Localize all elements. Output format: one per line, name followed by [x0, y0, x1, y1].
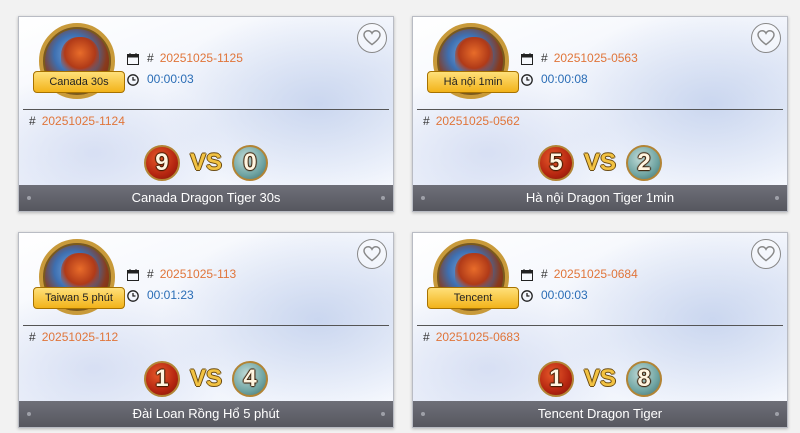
calendar-icon [127, 52, 139, 65]
dragon-score-ball: 9 [143, 145, 180, 181]
countdown-timer: 00:00:08 [541, 72, 588, 86]
game-title: Canada Dragon Tiger 30s [131, 190, 281, 205]
game-badge: Canada 30s [33, 71, 125, 93]
game-card-hanoi[interactable]: Hà nội 1min #20251025-0563 00:00:08 #202… [412, 16, 788, 212]
previous-issue-number: 20251025-112 [41, 330, 119, 344]
current-issue-row: #20251025-0563 [521, 51, 638, 65]
favorite-button[interactable] [357, 239, 387, 269]
hash-label: # [423, 330, 430, 344]
favorite-button[interactable] [751, 23, 781, 53]
dragon-score-ball: 5 [537, 145, 574, 181]
heart-outline-icon [757, 30, 775, 46]
footer-dot [421, 196, 425, 200]
result-score: 1 VS 8 [413, 359, 787, 399]
current-issue-row: #20251025-0684 [521, 267, 638, 281]
countdown-row: 00:00:03 [521, 288, 588, 302]
tiger-score-ball: 8 [626, 361, 662, 397]
countdown-timer: 00:00:03 [147, 72, 194, 86]
vs-label: VS [189, 365, 222, 392]
calendar-icon [127, 268, 139, 281]
hash-label: # [29, 114, 36, 128]
game-title: Đài Loan Rồng Hổ 5 phút [132, 406, 280, 421]
countdown-timer: 00:00:03 [541, 288, 588, 302]
countdown-row: 00:00:08 [521, 72, 588, 86]
clock-icon [127, 289, 139, 302]
previous-issue-number: 20251025-0562 [435, 114, 520, 128]
favorite-button[interactable] [751, 239, 781, 269]
game-card-tencent[interactable]: Tencent #20251025-0684 00:00:03 #2025102… [412, 232, 788, 428]
footer-dot [27, 196, 31, 200]
countdown-row: 00:01:23 [127, 288, 194, 302]
favorite-button[interactable] [357, 23, 387, 53]
tiger-score-ball: 2 [626, 145, 662, 181]
tiger-score-ball: 4 [232, 361, 268, 397]
game-badge: Taiwan 5 phút [33, 287, 125, 309]
hash-label: # [147, 267, 154, 281]
current-issue-row: #20251025-1125 [127, 51, 243, 65]
divider [417, 109, 783, 110]
hash-label: # [147, 51, 154, 65]
current-issue-number: 20251025-113 [159, 267, 237, 281]
calendar-icon [521, 268, 533, 281]
game-title-bar[interactable]: Hà nội Dragon Tiger 1min [413, 185, 787, 211]
clock-icon [127, 73, 139, 86]
hash-label: # [541, 51, 548, 65]
clock-icon [521, 73, 533, 86]
previous-issue-row: #20251025-112 [29, 330, 118, 344]
game-badge: Hà nội 1min [427, 71, 519, 93]
result-score: 5 VS 2 [413, 143, 787, 183]
hash-label: # [541, 267, 548, 281]
hash-label: # [29, 330, 36, 344]
divider [417, 325, 783, 326]
calendar-icon [521, 52, 533, 65]
game-badge: Tencent [427, 287, 519, 309]
previous-issue-row: #20251025-0562 [423, 114, 520, 128]
previous-issue-row: #20251025-1124 [29, 114, 125, 128]
current-issue-number: 20251025-1125 [159, 51, 243, 65]
footer-dot [775, 412, 779, 416]
previous-issue-row: #20251025-0683 [423, 330, 520, 344]
game-title-bar[interactable]: Canada Dragon Tiger 30s [19, 185, 393, 211]
vs-label: VS [583, 149, 616, 176]
vs-label: VS [189, 149, 222, 176]
heart-outline-icon [363, 30, 381, 46]
result-score: 9 VS 0 [19, 143, 393, 183]
game-title-bar[interactable]: Tencent Dragon Tiger [413, 401, 787, 427]
previous-issue-number: 20251025-1124 [41, 114, 125, 128]
current-issue-row: #20251025-113 [127, 267, 236, 281]
footer-dot [381, 412, 385, 416]
heart-outline-icon [757, 246, 775, 262]
countdown-timer: 00:01:23 [147, 288, 194, 302]
divider [23, 109, 389, 110]
game-card-canada[interactable]: Canada 30s #20251025-1125 00:00:03 #2025… [18, 16, 394, 212]
footer-dot [421, 412, 425, 416]
game-title: Hà nội Dragon Tiger 1min [525, 190, 675, 205]
heart-outline-icon [363, 246, 381, 262]
game-title: Tencent Dragon Tiger [537, 406, 663, 421]
dragon-score-ball: 1 [143, 361, 180, 397]
countdown-row: 00:00:03 [127, 72, 194, 86]
result-score: 1 VS 4 [19, 359, 393, 399]
current-issue-number: 20251025-0563 [553, 51, 638, 65]
game-title-bar[interactable]: Đài Loan Rồng Hổ 5 phút [19, 401, 393, 427]
hash-label: # [423, 114, 430, 128]
clock-icon [521, 289, 533, 302]
footer-dot [381, 196, 385, 200]
divider [23, 325, 389, 326]
previous-issue-number: 20251025-0683 [435, 330, 520, 344]
footer-dot [775, 196, 779, 200]
current-issue-number: 20251025-0684 [553, 267, 638, 281]
dragon-score-ball: 1 [537, 361, 574, 397]
game-card-taiwan[interactable]: Taiwan 5 phút #20251025-113 00:01:23 #20… [18, 232, 394, 428]
footer-dot [27, 412, 31, 416]
tiger-score-ball: 0 [232, 145, 268, 181]
vs-label: VS [583, 365, 616, 392]
